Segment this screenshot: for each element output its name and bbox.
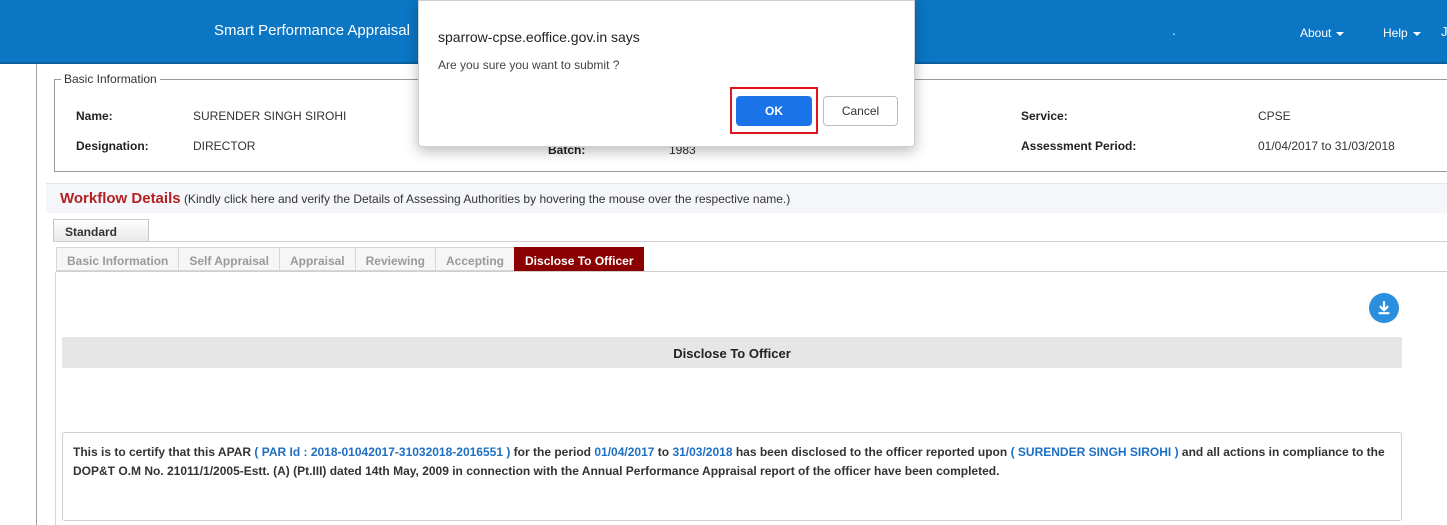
par-id: ( PAR Id : 2018-01042017-31032018-201655… [254,445,511,459]
chevron-down-icon [1412,31,1421,36]
certificate-text: This is to certify that this APAR ( PAR … [62,432,1402,521]
workflow-title: Workflow Details [60,190,181,207]
workflow-hint: (Kindly click here and verify the Detail… [183,192,791,206]
app-title: Smart Performance Appraisal [214,22,410,39]
cert-part-2: for the period [513,445,592,459]
download-icon[interactable] [1369,293,1399,323]
period-from-date: 01/04/2017 [594,445,655,459]
about-menu[interactable]: About [1300,26,1345,40]
designation-value: DIRECTOR [193,139,256,153]
standard-tab-divider [53,241,1447,242]
confirm-dialog: sparrow-cpse.eoffice.gov.in says Are you… [418,0,915,147]
tab-basic-information[interactable]: Basic Information [56,247,179,271]
service-value: CPSE [1258,109,1291,123]
cert-part-4: has been disclosed to the officer report… [735,445,1008,459]
assessment-period-label: Assessment Period: [1021,139,1137,153]
ok-highlight-frame: OK [730,87,818,134]
ok-button[interactable]: OK [736,96,812,126]
cancel-button[interactable]: Cancel [823,96,898,126]
name-label: Name: [76,109,113,123]
name-value: SURENDER SINGH SIROHI [193,109,347,123]
service-label: Service: [1021,109,1068,123]
period-to-date: 31/03/2018 [672,445,733,459]
dialog-message: Are you sure you want to submit ? [438,58,620,72]
navbar-dot: . [1172,22,1176,38]
designation-label: Designation: [76,139,149,153]
tab-self-appraisal[interactable]: Self Appraisal [178,247,279,271]
chevron-down-icon [1336,31,1345,36]
download-arrow-glyph [1378,300,1390,315]
basic-information-legend: Basic Information [64,72,157,86]
appraisal-tabs: Basic Information Self Appraisal Apprais… [56,247,644,271]
tab-appraisal[interactable]: Appraisal [278,247,355,271]
tab-accepting[interactable]: Accepting [435,247,515,271]
tab-disclose-to-officer[interactable]: Disclose To Officer [514,247,644,271]
cert-part-3: to [657,445,670,459]
section-title: Disclose To Officer [62,337,1402,368]
help-menu[interactable]: Help [1383,26,1421,40]
left-border-line [36,62,37,525]
cert-part-1: This is to certify that this APAR [73,445,252,459]
user-menu-glyph[interactable]: J [1441,24,1447,39]
dialog-title: sparrow-cpse.eoffice.gov.in says [438,29,640,45]
tab-reviewing[interactable]: Reviewing [354,247,435,271]
help-menu-label: Help [1383,26,1408,40]
about-menu-label: About [1300,26,1332,40]
workflow-details[interactable]: Workflow Details (Kindly click here and … [60,190,790,207]
officer-name: ( SURENDER SINGH SIROHI ) [1010,445,1179,459]
tab-standard[interactable]: Standard [53,219,149,242]
assessment-period-value: 01/04/2017 to 31/03/2018 [1258,139,1395,153]
